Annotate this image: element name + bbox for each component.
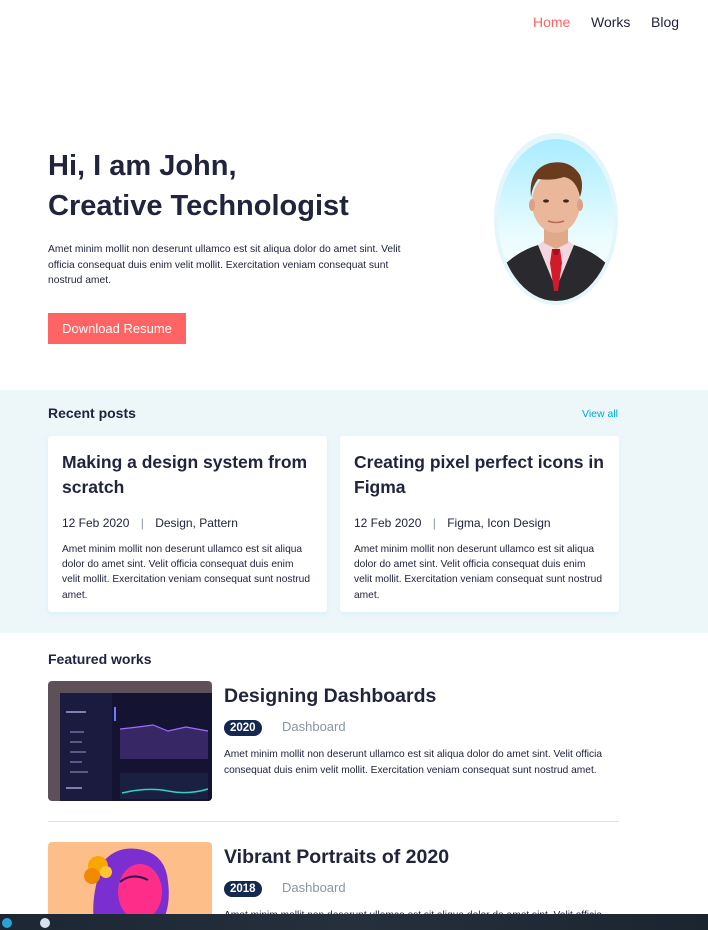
taskbar-app-icon[interactable]	[2, 918, 12, 928]
post-excerpt: Amet minim mollit non deserunt ullamco e…	[354, 544, 603, 601]
featured-works-title: Featured works	[48, 651, 152, 667]
hero-title-line1: Hi, I am John,	[48, 150, 237, 182]
nav-home-link[interactable]: Home	[533, 14, 570, 30]
post-date: 12 Feb 2020	[354, 516, 422, 530]
work-category: Dashboard	[282, 880, 346, 895]
post-tags: Design, Pattern	[155, 516, 238, 530]
divider	[48, 821, 619, 822]
post-meta: 12 Feb 2020 | Figma, Icon Design	[354, 516, 605, 530]
view-all-link[interactable]: View all	[582, 408, 618, 420]
work-item[interactable]: Designing Dashboards 2020 Dashboard Amet…	[48, 681, 619, 801]
nav-blog-link[interactable]: Blog	[651, 14, 679, 30]
meta-separator: |	[140, 516, 144, 530]
year-badge: 2018	[224, 881, 262, 897]
work-description: Amet minim mollit non deserunt ullamco e…	[224, 749, 603, 776]
meta-separator: |	[432, 516, 436, 530]
post-card[interactable]: Making a design system from scratch 12 F…	[48, 436, 327, 612]
avatar-frame	[494, 133, 618, 305]
post-excerpt: Amet minim mollit non deserunt ullamco e…	[62, 544, 311, 601]
taskbar-app-icon[interactable]	[40, 918, 50, 928]
post-title[interactable]: Creating pixel perfect icons in Figma	[354, 450, 606, 500]
profile-photo-icon	[498, 162, 614, 301]
hero-title-line2: Creative Technologist	[48, 190, 349, 222]
work-title[interactable]: Designing Dashboards	[224, 685, 436, 708]
work-title[interactable]: Vibrant Portraits of 2020	[224, 846, 449, 869]
post-tags: Figma, Icon Design	[447, 516, 551, 530]
recent-posts-section: Recent posts View all Making a design sy…	[0, 390, 708, 633]
download-resume-button[interactable]: Download Resume	[48, 313, 186, 344]
post-title[interactable]: Making a design system from scratch	[62, 450, 314, 500]
top-nav: Home Works Blog	[0, 0, 708, 44]
post-meta: 12 Feb 2020 | Design, Pattern	[62, 516, 313, 530]
year-badge: 2020	[224, 720, 262, 736]
os-taskbar	[0, 914, 708, 930]
hero-description: Amet minim mollit non deserunt ullamco e…	[48, 244, 401, 286]
work-category: Dashboard	[282, 719, 346, 734]
recent-posts-title: Recent posts	[48, 405, 136, 421]
hero-title: Hi, I am John, Creative Technologist	[48, 146, 349, 226]
dashboard-screenshot-icon	[48, 681, 212, 801]
work-thumbnail[interactable]	[48, 681, 212, 801]
post-date: 12 Feb 2020	[62, 516, 130, 530]
avatar	[498, 139, 614, 301]
nav-works-link[interactable]: Works	[591, 14, 630, 30]
post-card[interactable]: Creating pixel perfect icons in Figma 12…	[340, 436, 619, 612]
